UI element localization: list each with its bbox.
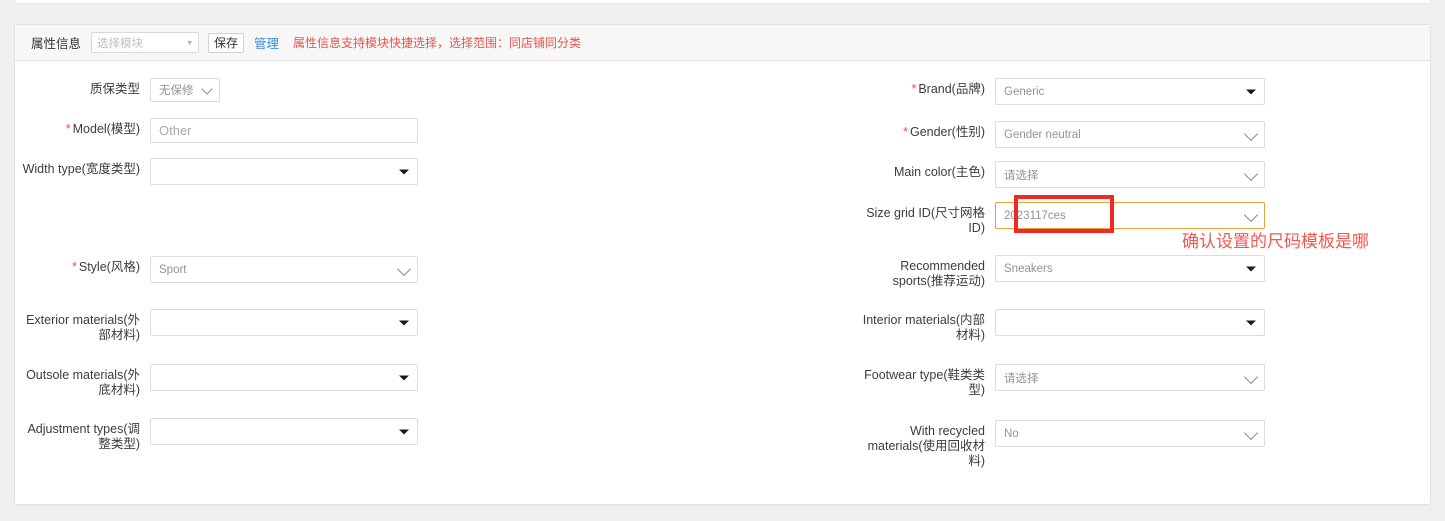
page-title: 属性信息	[31, 37, 82, 51]
field-recommended-sports: Recommended sports(推荐运动) Sneakers	[860, 255, 1265, 289]
field-control: Gender neutral	[995, 121, 1265, 148]
triangle-down-icon	[399, 429, 409, 434]
manage-link[interactable]: 管理	[254, 33, 279, 52]
field-control	[150, 418, 418, 445]
field-control: Sport	[150, 256, 418, 283]
required-marker: *	[72, 260, 77, 274]
field-gender: * Gender(性别) Gender neutral	[860, 121, 1265, 148]
size-grid-id-value: 2023117ces	[1004, 209, 1066, 222]
field-adjustment-types: Adjustment types(调整类型)	[15, 418, 418, 452]
field-control: Generic	[995, 78, 1265, 105]
size-grid-id-select[interactable]: 2023117ces	[995, 202, 1265, 229]
field-width-type: Width type(宽度类型)	[15, 158, 418, 185]
outsole-materials-select[interactable]	[150, 364, 418, 391]
field-label: Exterior materials(外部材料)	[26, 313, 140, 342]
field-label: With recycled materials(使用回收材料)	[867, 424, 985, 468]
chevron-down-icon	[1243, 369, 1259, 384]
interior-materials-select[interactable]	[995, 309, 1265, 336]
brand-value: Generic	[1004, 85, 1045, 98]
triangle-down-icon	[1246, 320, 1256, 325]
chevron-down-icon	[1243, 207, 1259, 222]
field-size-grid-id: Size grid ID(尺寸网格ID) 2023117ces	[860, 202, 1265, 236]
footwear-type-select[interactable]: 请选择	[995, 364, 1265, 391]
module-hint-text: 属性信息支持模块快捷选择，选择范围：同店铺同分类	[293, 36, 582, 50]
field-footwear-type: Footwear type(鞋类类型) 请选择	[860, 364, 1265, 398]
triangle-down-icon	[399, 169, 409, 174]
field-control: Other	[150, 118, 418, 143]
chevron-down-icon	[1243, 126, 1259, 141]
field-style: * Style(风格) Sport	[15, 256, 418, 283]
field-label: Recommended sports(推荐运动)	[892, 259, 985, 288]
width-type-select[interactable]	[150, 158, 418, 185]
model-input-value: Other	[159, 123, 192, 138]
style-select[interactable]: Sport	[150, 256, 418, 283]
field-label: * Style(风格)	[72, 260, 140, 274]
with-recycled-materials-value: No	[1004, 427, 1019, 440]
field-label: Width type(宽度类型)	[22, 162, 140, 176]
warranty-type-value: 无保修	[159, 85, 194, 97]
field-exterior-materials: Exterior materials(外部材料)	[15, 309, 418, 343]
triangle-down-icon	[1246, 89, 1256, 94]
model-input[interactable]: Other	[150, 118, 418, 143]
field-control	[150, 158, 418, 185]
gender-value: Gender neutral	[1004, 128, 1081, 141]
with-recycled-materials-select[interactable]: No	[995, 420, 1265, 447]
field-label: Footwear type(鞋类类型)	[864, 368, 985, 397]
field-model: * Model(模型) Other	[15, 118, 418, 143]
main-color-select[interactable]: 请选择	[995, 161, 1265, 188]
chevron-down-icon	[201, 83, 213, 95]
style-value: Sport	[159, 263, 187, 276]
brand-select[interactable]: Generic	[995, 78, 1265, 105]
field-control: 请选择	[995, 161, 1265, 188]
recommended-sports-select[interactable]: Sneakers	[995, 255, 1265, 282]
field-control: 无保修	[150, 78, 220, 102]
required-marker: *	[65, 122, 71, 136]
field-main-color: Main color(主色) 请选择	[860, 161, 1265, 188]
field-brand: * Brand(品牌) Generic	[860, 78, 1265, 105]
field-label: Adjustment types(调整类型)	[27, 422, 140, 451]
chevron-down-icon	[1243, 425, 1259, 440]
field-label: Interior materials(内部材料)	[862, 313, 985, 342]
exterior-materials-select[interactable]	[150, 309, 418, 336]
field-with-recycled-materials: With recycled materials(使用回收材料) No	[860, 420, 1265, 469]
attribute-form: 质保类型 无保修 * Model(模型) Other Width type(宽度类…	[15, 61, 1430, 505]
field-label: Size grid ID(尺寸网格ID)	[866, 206, 985, 235]
adjustment-types-select[interactable]	[150, 418, 418, 445]
panel-header: 属性信息 选择模块 ▾ 保存 管理 属性信息支持模块快捷选择，选择范围：同店铺同…	[15, 25, 1430, 61]
field-control: 2023117ces	[995, 202, 1265, 229]
triangle-down-icon	[1246, 266, 1256, 271]
triangle-down-icon	[399, 375, 409, 380]
field-label: * Model(模型)	[65, 122, 140, 136]
chevron-down-icon	[396, 261, 412, 276]
footwear-type-value: 请选择	[1004, 372, 1039, 385]
required-marker: *	[903, 125, 908, 139]
field-label: * Brand(品牌)	[911, 82, 985, 96]
panel-above-partial	[14, 0, 1431, 4]
save-button[interactable]: 保存	[208, 32, 245, 53]
field-label: * Gender(性别)	[903, 125, 985, 139]
main-color-value: 请选择	[1004, 169, 1039, 182]
field-label: Main color(主色)	[894, 165, 985, 179]
module-select[interactable]: 选择模块 ▾	[91, 32, 200, 53]
field-control	[995, 309, 1265, 336]
field-control: 请选择	[995, 364, 1265, 391]
field-outsole-materials: Outsole materials(外底材料)	[15, 364, 418, 398]
field-interior-materials: Interior materials(内部材料)	[860, 309, 1265, 343]
field-control	[150, 364, 418, 391]
required-marker: *	[911, 82, 917, 96]
chevron-down-icon: ▾	[187, 37, 193, 47]
recommended-sports-value: Sneakers	[1004, 262, 1053, 275]
chevron-down-icon	[1243, 166, 1259, 181]
warranty-type-select[interactable]: 无保修	[150, 78, 220, 102]
field-label: 质保类型	[89, 82, 140, 96]
field-label: Outsole materials(外底材料)	[26, 368, 140, 397]
field-control: Sneakers	[995, 255, 1265, 282]
field-warranty-type: 质保类型 无保修	[15, 78, 220, 102]
field-control: No	[995, 420, 1265, 447]
attribute-info-panel: 属性信息 选择模块 ▾ 保存 管理 属性信息支持模块快捷选择，选择范围：同店铺同…	[14, 24, 1431, 505]
gender-select[interactable]: Gender neutral	[995, 121, 1265, 148]
triangle-down-icon	[399, 320, 409, 325]
module-select-placeholder: 选择模块	[97, 37, 144, 50]
field-control	[150, 309, 418, 336]
